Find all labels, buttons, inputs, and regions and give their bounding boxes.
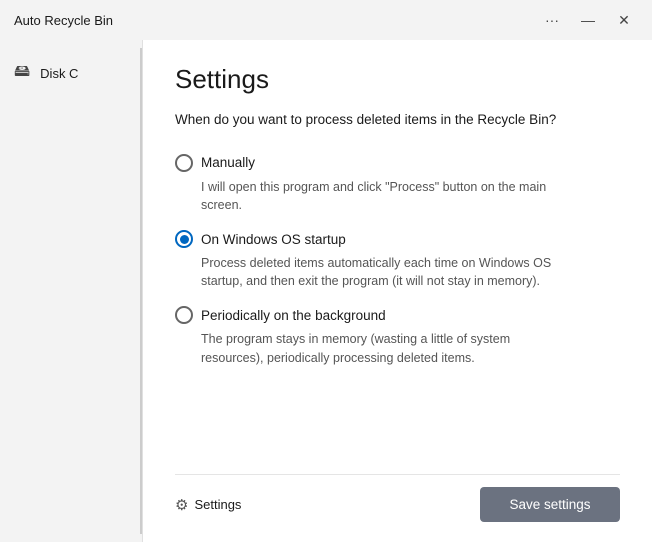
page-title: Settings [175,64,620,95]
option-row-startup[interactable]: On Windows OS startup [175,230,620,248]
footer-settings-link[interactable]: ⚙ Settings [175,496,241,514]
app-title: Auto Recycle Bin [14,13,113,28]
gear-icon: ⚙ [175,496,188,514]
option-desc-manually: I will open this program and click "Proc… [175,178,575,214]
title-bar-controls: ··· — ✕ [536,6,640,34]
title-bar: Auto Recycle Bin ··· — ✕ [0,0,652,40]
radio-manually[interactable] [175,154,193,172]
footer-settings-label: Settings [194,497,241,512]
more-button[interactable]: ··· [536,6,568,34]
options-list: Manually I will open this program and cl… [175,154,620,474]
option-desc-periodically: The program stays in memory (wasting a l… [175,330,575,366]
option-group-startup: On Windows OS startup Process deleted it… [175,230,620,290]
close-button[interactable]: ✕ [608,6,640,34]
option-desc-startup: Process deleted items automatically each… [175,254,575,290]
option-label-startup: On Windows OS startup [201,232,346,247]
option-label-periodically: Periodically on the background [201,308,386,323]
disk-icon: 🖴 [14,60,30,87]
sidebar-item-disk-c[interactable]: 🖴 Disk C [0,52,140,95]
option-group-manually: Manually I will open this program and cl… [175,154,620,214]
footer: ⚙ Settings Save settings [175,474,620,522]
sidebar-item-label: Disk C [40,66,78,81]
option-label-manually: Manually [201,155,255,170]
settings-question: When do you want to process deleted item… [175,111,595,130]
option-row-periodically[interactable]: Periodically on the background [175,306,620,324]
radio-startup[interactable] [175,230,193,248]
title-bar-left: Auto Recycle Bin [14,13,113,28]
main-content: Settings When do you want to process del… [142,40,652,542]
option-group-periodically: Periodically on the background The progr… [175,306,620,366]
option-row-manually[interactable]: Manually [175,154,620,172]
save-settings-button[interactable]: Save settings [480,487,620,522]
minimize-button[interactable]: — [572,6,604,34]
radio-periodically[interactable] [175,306,193,324]
app-body: 🖴 Disk C Settings When do you want to pr… [0,40,652,542]
sidebar: 🖴 Disk C [0,40,140,542]
